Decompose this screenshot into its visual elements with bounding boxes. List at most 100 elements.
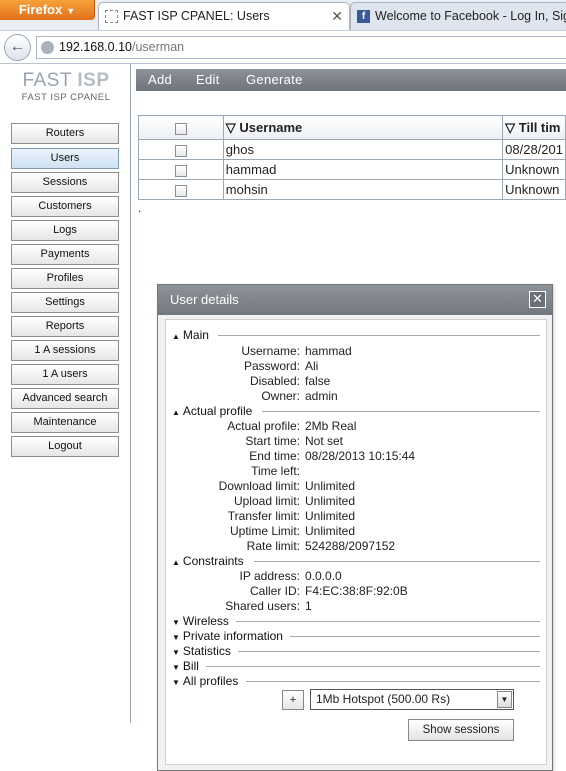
uptime-limit-label: Uptime Limit: (229, 524, 300, 538)
section-divider (218, 335, 540, 336)
edit-button[interactable]: Edit (196, 69, 220, 91)
disabled-label: Disabled: (249, 374, 300, 388)
sidebar-item-reports[interactable]: Reports (11, 316, 119, 337)
username-cell[interactable]: hammad (222, 159, 504, 180)
profile-select[interactable]: 1Mb Hotspot (500.00 Rs) ▼ (310, 689, 514, 710)
section-bill[interactable]: ▼ Bill (172, 659, 199, 673)
download-limit-label: Download limit: (218, 479, 300, 493)
sidebar-item-sessions[interactable]: Sessions (11, 172, 119, 193)
chevron-down-icon: ▼ (66, 6, 76, 16)
select-all-checkbox[interactable] (174, 122, 187, 135)
logo-subtitle: FAST ISP CPANEL (21, 92, 111, 103)
start-time-label: Start time: (245, 434, 300, 448)
url-host: 192.168.0.10 (59, 40, 132, 54)
section-statistics[interactable]: ▼ Statistics (172, 644, 231, 658)
ip-address-value: 0.0.0.0 (305, 569, 342, 583)
address-bar[interactable]: 192.168.0.10/userman (36, 36, 566, 59)
row-checkbox-cell (138, 139, 224, 160)
add-profile-button[interactable]: + (282, 690, 304, 710)
transfer-limit-value: Unlimited (305, 509, 356, 523)
sidebar-item-payments[interactable]: Payments (11, 244, 119, 265)
sidebar-item-settings[interactable]: Settings (11, 292, 119, 313)
sidebar-item-routers[interactable]: Routers (11, 123, 119, 144)
browser-chrome: Firefox ▼ FAST ISP CPANEL: Users ✕ f Welc… (0, 0, 566, 64)
users-table: ▽ Username ▽ Till tim ghos 08/28/201 ham… (138, 115, 566, 200)
row-checkbox[interactable] (174, 184, 187, 197)
triangle-down-icon: ▼ (172, 678, 180, 687)
sidebar-item-users[interactable]: Users (11, 148, 119, 169)
sidebar-item-maintenance[interactable]: Maintenance (11, 412, 119, 433)
section-actual-profile[interactable]: ▲ Actual profile (172, 404, 252, 418)
back-button[interactable]: ← (4, 34, 31, 61)
rate-limit-label: Rate limit: (246, 539, 300, 553)
section-divider (236, 621, 540, 622)
add-button[interactable]: Add (148, 69, 172, 91)
section-constraints[interactable]: ▲ Constraints (172, 554, 244, 568)
back-arrow-icon: ← (9, 38, 26, 55)
caller-id-value: F4:EC:38:8F:92:0B (305, 584, 408, 598)
sidebar: FAST ISP FAST ISP CPANEL Routers Users S… (0, 64, 131, 723)
logo-isp: ISP (77, 70, 110, 91)
section-main-label: Main (182, 328, 209, 342)
triangle-down-icon: ▼ (172, 663, 180, 672)
time-left-label: Time left: (251, 464, 300, 478)
sidebar-item-logout[interactable]: Logout (11, 436, 119, 457)
sidebar-item-customers[interactable]: Customers (11, 196, 119, 217)
table-row[interactable]: ghos 08/28/201 (138, 139, 566, 160)
sidebar-item-advanced-search[interactable]: Advanced search (11, 388, 119, 409)
username-header-label: Username (239, 119, 303, 135)
table-row[interactable]: hammad Unknown (138, 159, 566, 180)
row-checkbox[interactable] (174, 164, 187, 177)
tab-facebook[interactable]: f Welcome to Facebook - Log In, Sign (350, 2, 566, 30)
generate-button[interactable]: Generate (246, 69, 303, 91)
sidebar-item-logs[interactable]: Logs (11, 220, 119, 241)
show-sessions-button[interactable]: Show sessions (408, 719, 514, 741)
url-path: /userman (132, 40, 185, 54)
close-icon[interactable]: ✕ (529, 291, 546, 308)
triangle-down-icon: ▼ (172, 648, 180, 657)
section-private-information[interactable]: ▼ Private information (172, 629, 283, 643)
shared-users-value: 1 (305, 599, 312, 613)
sidebar-item-profiles[interactable]: Profiles (11, 268, 119, 289)
section-divider (246, 681, 540, 682)
section-wireless-label: Wireless (182, 614, 229, 628)
logo: FAST ISP FAST ISP CPANEL (16, 70, 116, 103)
page-icon (105, 10, 118, 23)
triangle-down-icon: ▼ (172, 618, 180, 627)
actual-profile-value: 2Mb Real (305, 419, 357, 433)
select-all-cell (138, 115, 224, 140)
dialog-title: User details ✕ (158, 285, 552, 315)
owner-value: admin (305, 389, 338, 403)
section-private-information-label: Private information (182, 629, 283, 643)
triangle-up-icon: ▲ (172, 332, 180, 341)
tab-strip: FAST ISP CPANEL: Users ✕ f Welcome to Fa… (98, 2, 566, 30)
tab-title: FAST ISP CPANEL: Users (123, 9, 270, 23)
section-all-profiles[interactable]: ▼ All profiles (172, 674, 238, 688)
rate-limit-value: 524288/2097152 (305, 539, 396, 553)
close-tab-icon[interactable]: ✕ (331, 8, 343, 25)
sidebar-item-1a-sessions[interactable]: 1 A sessions (11, 340, 119, 361)
section-statistics-label: Statistics (182, 644, 231, 658)
section-divider (238, 651, 540, 652)
row-checkbox-cell (138, 179, 224, 200)
firefox-menu-button[interactable]: Firefox ▼ (0, 0, 95, 20)
username-header[interactable]: ▽ Username (222, 115, 504, 140)
disabled-value: false (305, 374, 331, 388)
logo-fast: FAST (22, 70, 72, 91)
password-label: Password: (243, 359, 300, 373)
dropdown-arrow-icon[interactable]: ▼ (497, 691, 512, 708)
triangle-up-icon: ▲ (172, 558, 180, 567)
globe-icon (41, 41, 54, 54)
table-row[interactable]: mohsin Unknown (138, 179, 566, 200)
upload-limit-label: Upload limit: (233, 494, 300, 508)
username-cell[interactable]: ghos (222, 139, 504, 160)
toolbar: Add Edit Generate (136, 69, 566, 91)
sidebar-item-1a-users[interactable]: 1 A users (11, 364, 119, 385)
user-details-dialog: User details ✕ ▲ Main Username: hammad Pas… (157, 284, 553, 771)
section-wireless[interactable]: ▼ Wireless (172, 614, 229, 628)
username-cell[interactable]: mohsin (222, 179, 504, 200)
section-main[interactable]: ▲ Main (172, 328, 209, 342)
till-time-header[interactable]: ▽ Till tim (502, 115, 566, 140)
row-checkbox[interactable] (174, 144, 187, 157)
tab-users[interactable]: FAST ISP CPANEL: Users ✕ (98, 2, 350, 30)
